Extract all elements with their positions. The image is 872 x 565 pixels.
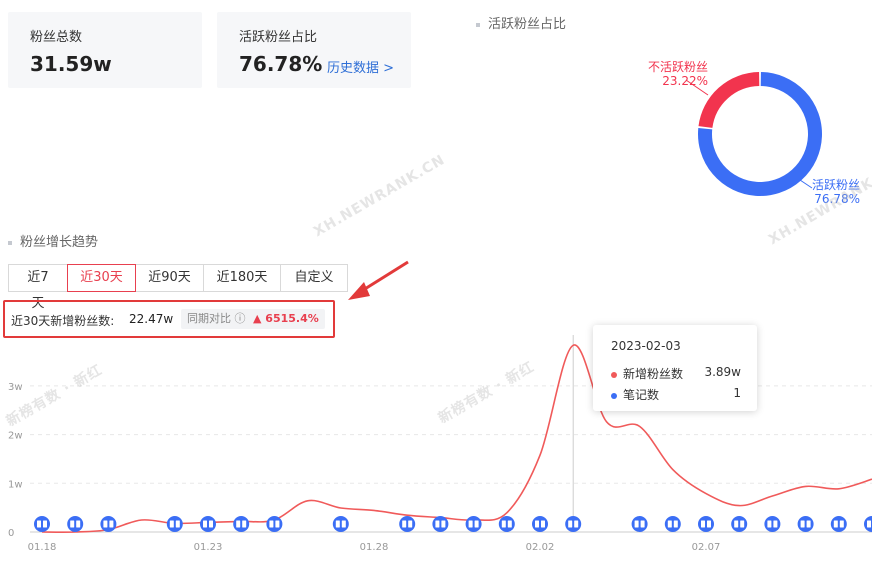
note-marker[interactable] — [332, 516, 349, 532]
tooltip-row1-label: 新增粉丝数 — [623, 367, 684, 381]
x-tick-label: 01.28 — [360, 542, 389, 553]
note-marker[interactable] — [498, 516, 515, 532]
y-tick-label: 3w — [8, 382, 23, 393]
x-tick-label: 02.02 — [526, 542, 555, 553]
tooltip-row1-value: 3.89w — [704, 365, 741, 379]
y-tick-label: 2w — [8, 431, 23, 442]
note-marker[interactable] — [67, 516, 84, 532]
note-marker[interactable] — [532, 516, 548, 532]
tab-30-days[interactable]: 近30天 — [67, 264, 136, 292]
note-marker[interactable] — [432, 516, 449, 532]
note-marker[interactable] — [797, 516, 814, 532]
blue-dot-icon — [611, 392, 617, 399]
tooltip-row-notes: 笔记数 1 — [611, 386, 741, 403]
red-dot-icon — [611, 371, 617, 378]
note-marker[interactable] — [631, 516, 648, 532]
note-marker[interactable] — [664, 516, 681, 532]
note-marker[interactable] — [830, 516, 847, 532]
note-marker[interactable] — [266, 516, 283, 532]
note-marker[interactable] — [100, 516, 117, 532]
note-marker[interactable] — [200, 516, 216, 532]
note-marker[interactable] — [399, 516, 416, 532]
note-marker[interactable] — [764, 516, 781, 532]
note-marker[interactable] — [698, 516, 714, 532]
note-marker[interactable] — [34, 516, 50, 532]
tooltip-row-fans: 新增粉丝数 3.89w — [611, 365, 741, 382]
x-tick-label: 01.23 — [194, 542, 223, 553]
note-marker[interactable] — [166, 516, 183, 532]
tooltip-row2-value: 1 — [733, 386, 741, 400]
tooltip-row2-label: 笔记数 — [623, 388, 660, 402]
note-marker[interactable] — [465, 516, 482, 532]
note-marker[interactable] — [233, 516, 250, 532]
x-tick-label: 01.18 — [28, 542, 57, 553]
x-tick-label: 02.07 — [692, 542, 721, 553]
tooltip-date: 2023-02-03 — [611, 339, 681, 353]
chart-tooltip: 2023-02-03 新增粉丝数 3.89w 笔记数 1 — [593, 325, 757, 411]
note-marker[interactable] — [565, 516, 582, 532]
note-marker[interactable] — [731, 516, 748, 532]
y-tick-label: 0 — [8, 528, 14, 539]
y-tick-label: 1w — [8, 479, 23, 490]
note-marker[interactable] — [864, 516, 872, 532]
